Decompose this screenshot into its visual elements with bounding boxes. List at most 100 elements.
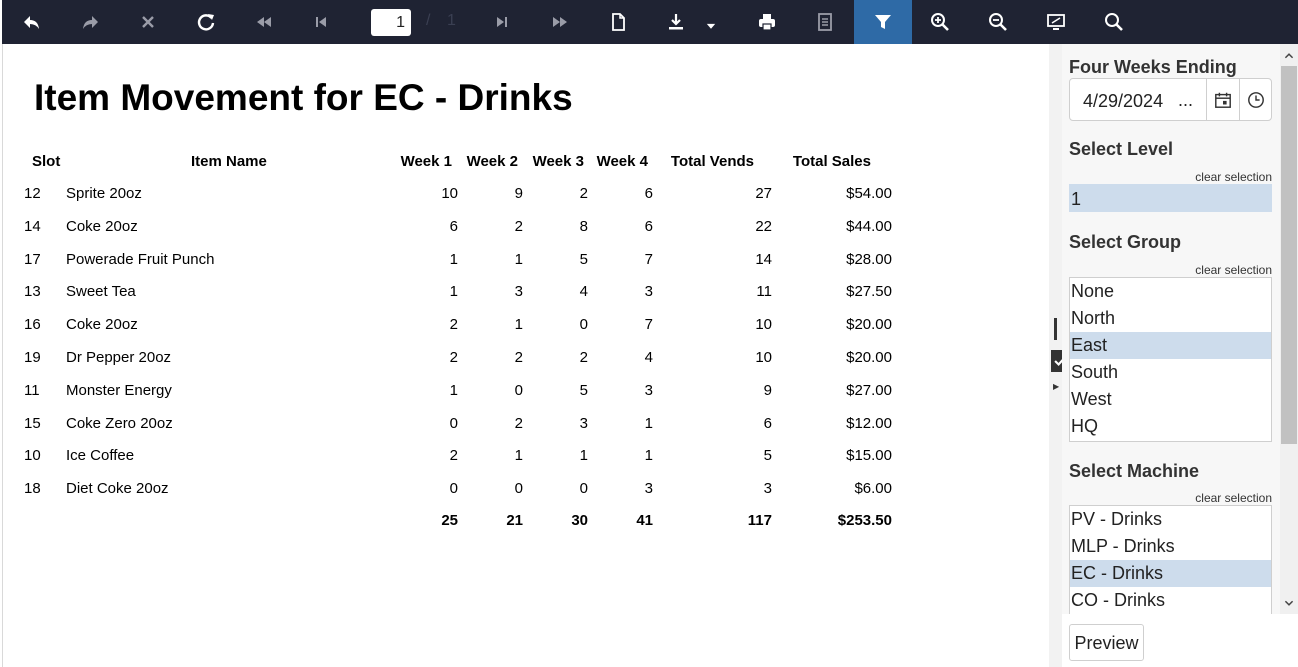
parameters-scrollbar[interactable] [1280,44,1298,614]
undo-button[interactable] [10,0,54,44]
list-item[interactable]: South [1070,359,1271,386]
table-cell: 0 [449,414,458,432]
column-header: Week 2 [466,153,518,170]
group-label: Select Group [1069,232,1182,252]
list-item[interactable]: PV - Drinks [1070,506,1271,533]
table-cell: 14 [755,250,772,268]
table-cell: 6 [644,217,653,235]
table-cell: 0 [579,316,588,334]
splitter-handle[interactable] [1054,318,1057,340]
table-cell: 2 [514,217,523,235]
column-header: Total Sales [792,153,871,170]
document-map-button[interactable] [596,0,640,44]
list-item[interactable]: HQ [1070,413,1271,440]
table-cell: 3 [579,414,588,432]
clock-icon [1248,91,1264,108]
table-cell: 9 [514,185,523,202]
list-item[interactable]: CO - Drinks [1070,587,1271,614]
scroll-down-button[interactable] [1280,594,1298,612]
parameters-toggle-button[interactable] [854,0,912,44]
page-number-input[interactable]: 1 [371,9,411,36]
print-button[interactable] [745,0,789,44]
prev-page-button[interactable] [299,0,343,44]
column-header: Week 1 [400,153,452,170]
last-page-button[interactable] [538,0,582,44]
list-item[interactable]: East [1070,332,1271,359]
table-cell: 2 [449,447,458,465]
table-cell: 4 [579,283,588,301]
list-item[interactable]: West [1070,386,1271,413]
list-item[interactable]: None [1070,278,1271,305]
search-button[interactable] [1092,0,1136,44]
total-cell: 25 [441,512,458,529]
stop-button[interactable] [126,0,170,44]
item-movement-table: Slot Item Name Week 1 Week 2 Week 3 Week 4 Tot… [3,44,1050,667]
table-cell: $20.00 [846,349,892,366]
table-cell: 19 [24,349,41,366]
refresh-button[interactable] [184,0,228,44]
group-listbox[interactable]: None North East South West HQ [1069,277,1272,442]
preview-button[interactable]: Preview [1069,624,1144,661]
table-cell: Monster Energy [66,381,172,399]
machine-listbox[interactable]: PV - Drinks MLP - Drinks EC - Drinks CO - D… [1069,505,1272,614]
table-cell: $44.00 [846,217,892,235]
table-cell: 3 [763,480,772,498]
table-cell: Powerade Fruit Punch [66,250,215,268]
panel-splitter[interactable]: ▶ [1049,44,1069,667]
export-dropdown-button[interactable] [696,0,726,44]
next-page-button[interactable] [480,0,524,44]
list-item[interactable]: North [1070,305,1271,332]
zoom-out-icon [989,13,1007,31]
list-item[interactable]: EC - Drinks [1070,560,1271,587]
clear-level-link[interactable]: clear selection [1195,170,1272,184]
export-button[interactable] [654,0,698,44]
table-cell: 1 [579,447,588,465]
column-header: Week 4 [596,153,648,170]
zoom-in-button[interactable] [918,0,962,44]
table-cell: 1 [514,447,523,465]
table-cell: 0 [579,480,588,498]
table-cell: 5 [763,447,772,465]
undo-icon [24,16,39,29]
scroll-thumb[interactable] [1281,66,1297,444]
redo-button[interactable] [68,0,112,44]
table-cell: 1 [514,316,523,334]
table-cell: 3 [644,283,653,301]
print-page-button[interactable] [803,0,847,44]
first-page-button[interactable] [242,0,286,44]
report-page: Item Movement for EC - Drinks Slot Item N… [2,44,1049,667]
table-cell: 1 [644,447,653,465]
table-cell: Dr Pepper 20oz [66,349,172,366]
list-item[interactable]: MLP - Drinks [1070,533,1271,560]
fullscreen-button[interactable] [1034,0,1078,44]
machine-label: Select Machine [1069,461,1200,481]
date-ellipsis: ... [1178,90,1194,110]
table-cell: Ice Coffee [66,447,135,465]
table-cell: 2 [579,349,588,366]
scroll-up-button[interactable] [1280,47,1298,65]
time-button[interactable] [1239,79,1272,120]
calendar-button[interactable] [1206,79,1239,120]
total-cell: 117 [747,512,772,529]
total-pages: 1 [447,12,456,29]
level-selection[interactable]: 1 [1069,184,1272,212]
table-cell: 16 [24,316,41,334]
chevron-down-icon [1284,600,1294,606]
table-cell: 2 [449,349,458,366]
date-picker[interactable]: 4/29/2024 ... [1069,78,1272,121]
table-cell: Sprite 20oz [66,185,142,202]
date-input[interactable]: 4/29/2024 [1083,91,1163,112]
clear-machine-link[interactable]: clear selection [1195,491,1272,505]
table-cell: $6.00 [854,480,892,498]
document-icon [612,13,625,31]
table-cell: $28.00 [846,250,892,268]
column-header: Total Vends [670,153,754,170]
redo-icon [83,16,98,29]
table-cell: 10 [755,349,772,366]
collapse-arrow-icon[interactable]: ▶ [1053,382,1059,391]
print-page-icon [818,13,832,31]
zoom-out-button[interactable] [976,0,1020,44]
table-cell: $27.00 [846,381,892,399]
clear-group-link[interactable]: clear selection [1195,263,1272,277]
table-cell: Diet Coke 20oz [66,480,169,498]
